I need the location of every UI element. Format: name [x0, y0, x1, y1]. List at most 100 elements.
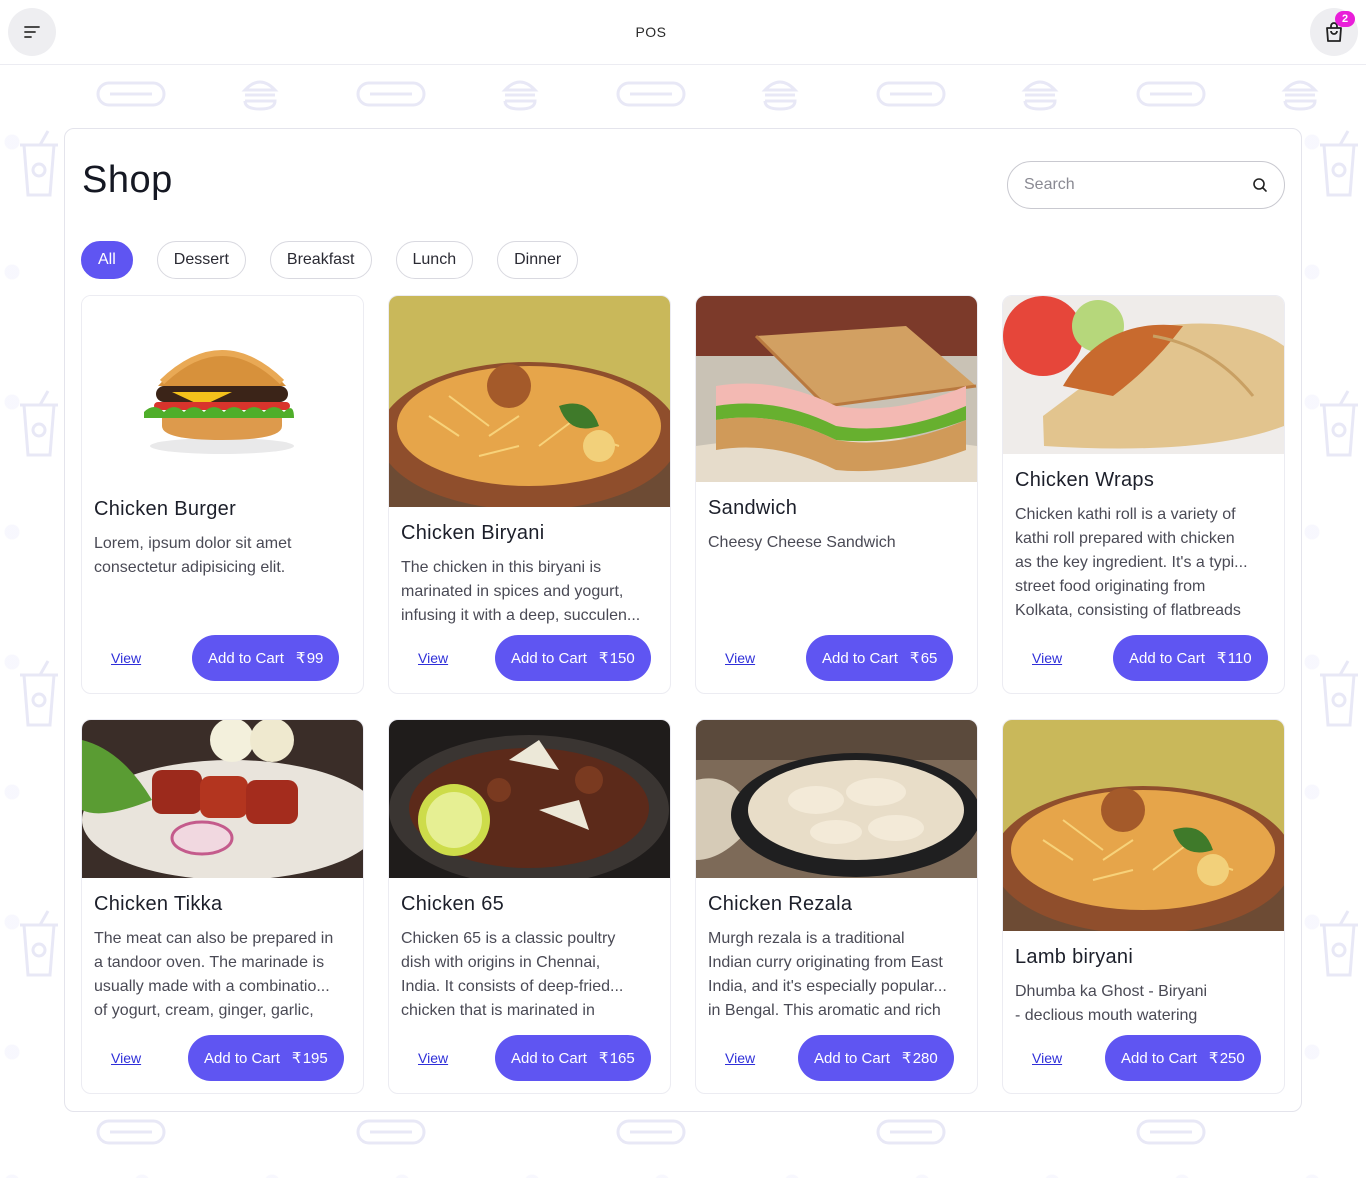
- product-description: Chicken kathi roll is a variety of kathi …: [1015, 506, 1248, 619]
- burger-icon: [241, 80, 279, 111]
- add-to-cart-button[interactable]: Add to Cart ₹ 99: [192, 635, 340, 681]
- add-to-cart-button[interactable]: Add to Cart ₹ 110: [1113, 635, 1268, 681]
- app-title: POS: [635, 24, 667, 40]
- product-card: Chicken Biryani The chicken in this biry…: [388, 295, 671, 694]
- product-name: Chicken Burger: [94, 498, 237, 520]
- view-link[interactable]: View: [1032, 650, 1062, 666]
- add-to-cart-label: Add to Cart: [822, 649, 898, 667]
- product-image-wrap: [1003, 296, 1284, 454]
- product-card: Chicken Burger Lorem, ipsum dolor sit am…: [81, 295, 364, 694]
- hotdog-icon: [1136, 1119, 1206, 1145]
- add-to-cart-label: Add to Cart: [511, 1049, 587, 1067]
- search-icon[interactable]: [1252, 177, 1268, 193]
- hotdog-icon: [616, 1119, 686, 1145]
- page-title: Shop: [82, 159, 173, 201]
- cart-button[interactable]: 2: [1310, 8, 1358, 56]
- product-card: Chicken 65 Chicken 65 is a classic poult…: [388, 719, 671, 1094]
- add-to-cart-button[interactable]: Add to Cart ₹ 195: [188, 1035, 344, 1081]
- drink-cup-icon: [1320, 130, 1358, 197]
- product-description: The chicken in this biryani is marinated …: [401, 559, 641, 624]
- burger-icon: [1281, 80, 1319, 111]
- product-name: Chicken Rezala: [708, 893, 853, 915]
- category-chip-dinner[interactable]: Dinner: [497, 241, 579, 279]
- category-filter: All Dessert Breakfast Lunch Dinner: [81, 241, 579, 279]
- product-card: Sandwich Cheesy Cheese Sandwich View Add…: [695, 295, 978, 694]
- view-link[interactable]: View: [111, 650, 141, 666]
- search-box[interactable]: [1007, 161, 1285, 209]
- add-to-cart-button[interactable]: Add to Cart ₹ 150: [495, 635, 651, 681]
- price: ₹ 110: [1216, 650, 1252, 667]
- product-description: Chicken 65 is a classic poultry dish with…: [401, 930, 624, 1019]
- product-card: Lamb biryani Dhumba ka Ghost - Biryani - …: [1002, 719, 1285, 1094]
- product-name: Lamb biryani: [1015, 946, 1134, 968]
- add-to-cart-button[interactable]: Add to Cart ₹ 280: [798, 1035, 954, 1081]
- product-name: Sandwich: [708, 497, 798, 519]
- add-to-cart-button[interactable]: Add to Cart ₹ 250: [1105, 1035, 1261, 1081]
- hotdog-icon: [96, 81, 166, 107]
- add-to-cart-label: Add to Cart: [1129, 649, 1205, 667]
- drink-cup-icon: [1320, 910, 1358, 977]
- price: ₹ 165: [598, 1050, 635, 1067]
- price: ₹ 280: [901, 1050, 938, 1067]
- view-link[interactable]: View: [418, 650, 448, 666]
- product-description: Lorem, ipsum dolor sit amet consectetur a…: [94, 535, 292, 576]
- product-card: Chicken Rezala Murgh rezala is a traditi…: [695, 719, 978, 1094]
- product-card: Chicken Tikka The meat can also be prepa…: [81, 719, 364, 1094]
- product-description: Cheesy Cheese Sandwich: [708, 534, 896, 551]
- hotdog-icon: [356, 81, 426, 107]
- product-image-burger: [82, 296, 363, 482]
- product-description: Dhumba ka Ghost - Biryani - declious mout…: [1015, 983, 1208, 1024]
- add-to-cart-label: Add to Cart: [511, 649, 587, 667]
- view-link[interactable]: View: [418, 1050, 448, 1066]
- product-card: Chicken Wraps Chicken kathi roll is a va…: [1002, 295, 1285, 694]
- price: ₹ 150: [598, 650, 635, 667]
- burger-icon: [1021, 80, 1059, 111]
- view-link[interactable]: View: [725, 650, 755, 666]
- hotdog-icon: [616, 81, 686, 107]
- product-image-tikka: [82, 720, 363, 878]
- drink-cup-icon: [1320, 660, 1358, 727]
- view-link[interactable]: View: [1032, 1050, 1062, 1066]
- product-description: Murgh rezala is a traditional Indian curr…: [708, 930, 947, 1019]
- drink-cup-icon: [20, 660, 58, 727]
- price: ₹ 195: [291, 1050, 328, 1067]
- product-image-biryani: [389, 296, 670, 507]
- cart-count-badge: 2: [1335, 11, 1355, 27]
- add-to-cart-button[interactable]: Add to Cart ₹ 65: [806, 635, 954, 681]
- hotdog-icon: [96, 1119, 166, 1145]
- burger-icon: [501, 80, 539, 111]
- add-to-cart-button[interactable]: Add to Cart ₹ 165: [495, 1035, 651, 1081]
- product-name: Chicken Biryani: [401, 522, 545, 544]
- product-image-lamb-biryani: [1003, 720, 1284, 931]
- burger-icon: [761, 80, 799, 111]
- product-description: The meat can also be prepared in a tandoo…: [94, 930, 334, 1019]
- hotdog-icon: [876, 1119, 946, 1145]
- view-link[interactable]: View: [725, 1050, 755, 1066]
- hotdog-icon: [356, 1119, 426, 1145]
- shop-panel: Shop All Dessert Breakfast Lunch Dinner: [64, 128, 1302, 1112]
- drink-cup-icon: [20, 910, 58, 977]
- category-chip-lunch[interactable]: Lunch: [395, 241, 474, 279]
- add-to-cart-label: Add to Cart: [1121, 1049, 1197, 1067]
- product-image-chicken65: [389, 720, 670, 878]
- category-chip-dessert[interactable]: Dessert: [156, 241, 246, 279]
- category-chip-breakfast[interactable]: Breakfast: [269, 241, 372, 279]
- product-name: Chicken Tikka: [94, 893, 223, 915]
- price: ₹ 99: [295, 650, 324, 667]
- product-image-sandwich: [696, 296, 977, 482]
- price: ₹ 65: [909, 650, 938, 667]
- add-to-cart-label: Add to Cart: [208, 649, 284, 667]
- search-input[interactable]: [1024, 176, 1252, 194]
- add-to-cart-label: Add to Cart: [814, 1049, 890, 1067]
- price: ₹ 250: [1208, 1050, 1245, 1067]
- category-chip-all[interactable]: All: [81, 241, 133, 279]
- add-to-cart-label: Add to Cart: [204, 1049, 280, 1067]
- product-image-rezala: [696, 720, 977, 878]
- drink-cup-icon: [1320, 390, 1358, 457]
- drink-cup-icon: [20, 130, 58, 197]
- hotdog-icon: [1136, 81, 1206, 107]
- view-link[interactable]: View: [111, 1050, 141, 1066]
- top-app-bar: POS 2: [0, 0, 1366, 65]
- hotdog-icon: [876, 81, 946, 107]
- drink-cup-icon: [20, 390, 58, 457]
